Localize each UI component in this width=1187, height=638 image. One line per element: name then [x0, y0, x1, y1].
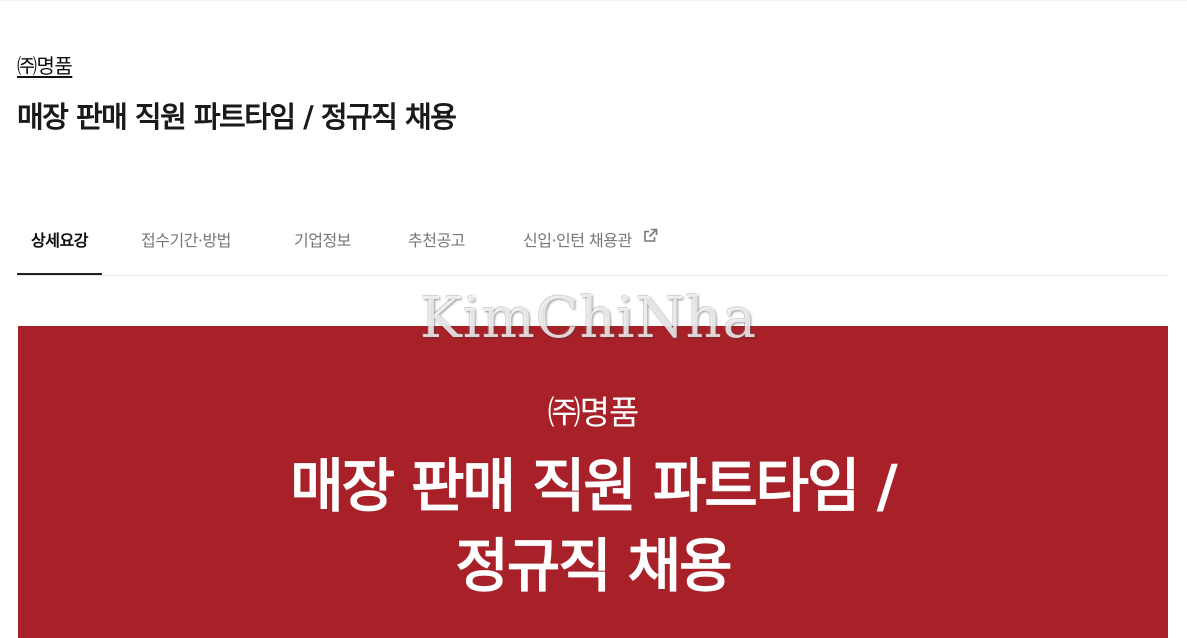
tab-label: 추천공고 — [408, 231, 465, 250]
detail-tabs: 상세요강 접수기간·방법 기업정보 추천공고 신입·인턴 채용관 — [17, 210, 1169, 276]
tab-recommended[interactable]: 추천공고 — [408, 210, 465, 275]
company-name-link[interactable]: ㈜명품 — [17, 50, 73, 79]
tab-label: 기업정보 — [294, 231, 351, 250]
banner-title: 매장 판매 직원 파트타임 / 정규직 채용 — [18, 446, 1168, 606]
top-divider — [0, 0, 1187, 1]
banner-title-line-1: 매장 판매 직원 파트타임 / — [290, 452, 898, 520]
job-title: 매장 판매 직원 파트타임 / 정규직 채용 — [17, 100, 457, 134]
tab-details[interactable]: 상세요강 — [17, 210, 102, 275]
tab-newcomer-intern[interactable]: 신입·인턴 채용관 — [523, 210, 659, 275]
job-posting-page: ㈜명품 매장 판매 직원 파트타임 / 정규직 채용 상세요강 접수기간·방법 … — [0, 0, 1187, 638]
external-link-icon — [642, 208, 659, 270]
tab-label: 신입·인턴 채용관 — [523, 231, 632, 250]
tab-label: 상세요강 — [31, 231, 88, 250]
job-banner: ㈜명품 매장 판매 직원 파트타임 / 정규직 채용 — [18, 326, 1168, 638]
banner-company-name: ㈜명품 — [547, 393, 640, 432]
tab-company-info[interactable]: 기업정보 — [294, 210, 351, 275]
tab-label: 접수기간·방법 — [141, 231, 231, 250]
tab-application-period[interactable]: 접수기간·방법 — [141, 210, 231, 275]
banner-title-line-2: 정규직 채용 — [455, 532, 733, 600]
